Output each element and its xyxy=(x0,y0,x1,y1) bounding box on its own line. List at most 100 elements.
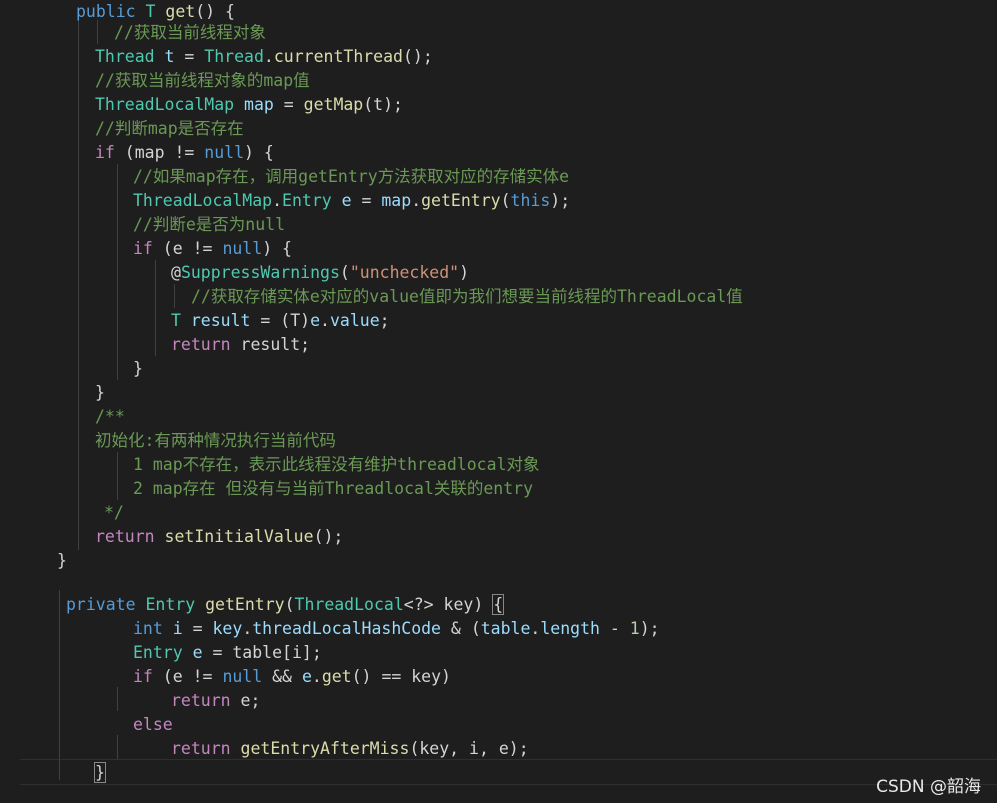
code-line-26[interactable]: int i = key.threadLocalHashCode & (table… xyxy=(133,617,660,641)
code-line-22[interactable]: */ xyxy=(104,501,124,525)
code-line-12[interactable]: @SuppressWarnings("unchecked") xyxy=(171,261,469,285)
code-token: Entry xyxy=(133,643,183,662)
indent-guide xyxy=(117,164,118,380)
code-token: T xyxy=(145,2,156,21)
code-token: if xyxy=(133,667,153,686)
code-token: { xyxy=(492,594,505,615)
code-line-24[interactable]: } xyxy=(57,549,67,573)
code-line-23[interactable]: return setInitialValue(); xyxy=(95,525,343,549)
code-token: //获取当前线程对象 xyxy=(114,23,266,42)
code-token: table[i]; xyxy=(232,643,322,662)
code-line-6[interactable]: //判断map是否存在 xyxy=(95,117,244,141)
code-token: T xyxy=(171,311,181,330)
code-token: ) xyxy=(459,263,470,282)
code-token: ( xyxy=(470,619,481,638)
code-line-17[interactable]: } xyxy=(95,381,105,405)
code-token: ThreadLocalMap xyxy=(95,95,235,114)
code-token: ) { xyxy=(244,143,274,162)
code-token: i xyxy=(172,619,183,638)
code-token: ; xyxy=(379,311,390,330)
code-token: ); xyxy=(550,191,571,210)
code-token: () { xyxy=(195,2,235,21)
code-token: e xyxy=(301,667,312,686)
code-token: //获取当前线程对象的map值 xyxy=(95,71,310,90)
indent-guide xyxy=(59,590,60,780)
code-line-3[interactable]: Thread t = Thread.currentThread(); xyxy=(95,45,433,69)
code-token: - xyxy=(599,619,630,638)
indent-guide xyxy=(117,687,118,711)
code-line-16[interactable]: } xyxy=(133,357,143,381)
code-token: ( xyxy=(284,595,295,614)
code-token: "unchecked" xyxy=(349,263,460,282)
code-token: 1 map不存在，表示此线程没有维护threadlocal对象 xyxy=(133,455,540,474)
code-token: get xyxy=(321,667,352,686)
code-editor[interactable]: public T get() {//获取当前线程对象 Thread t = Thr… xyxy=(0,0,997,803)
code-token: else xyxy=(133,715,173,734)
code-line-32[interactable]: } xyxy=(94,761,106,785)
code-line-15[interactable]: return result; xyxy=(171,333,310,357)
code-token: != xyxy=(192,239,213,258)
code-line-21[interactable]: 2 map存在 但没有与当前Threadlocal关联的entry xyxy=(133,477,533,501)
code-line-13[interactable]: //获取存储实体e对应的value值即为我们想要当前线程的ThreadLocal… xyxy=(191,285,743,309)
code-token: (e xyxy=(152,667,193,686)
code-token: = xyxy=(273,95,304,114)
code-line-9[interactable]: ThreadLocalMap.Entry e = map.getEntry(th… xyxy=(133,189,570,213)
code-token: . xyxy=(411,191,422,210)
code-token: length xyxy=(540,619,600,638)
code-line-29[interactable]: return e; xyxy=(171,689,260,713)
code-line-25[interactable]: private Entry getEntry(ThreadLocal<?> ke… xyxy=(66,593,505,617)
code-token: value xyxy=(329,311,380,330)
code-token: = xyxy=(182,619,213,638)
code-token: (t); xyxy=(363,95,403,114)
code-token: != xyxy=(174,143,195,162)
code-line-27[interactable]: Entry e = table[i]; xyxy=(133,641,322,665)
code-line-8[interactable]: //如果map存在，调用getEntry方法获取对应的存储实体e xyxy=(133,165,569,189)
code-token: //如果map存在，调用getEntry方法获取对应的存储实体e xyxy=(133,167,570,186)
code-token: (e xyxy=(152,239,193,258)
code-token: @ xyxy=(171,263,181,282)
code-line-28[interactable]: if (e != null && e.get() == key) xyxy=(133,665,451,689)
code-token: = xyxy=(351,191,382,210)
code-token: threadLocalHashCode xyxy=(252,619,441,638)
code-line-11[interactable]: if (e != null) { xyxy=(133,237,292,261)
code-line-2[interactable]: //获取当前线程对象 xyxy=(114,21,266,45)
code-token: null xyxy=(204,143,245,162)
code-token: //判断map是否存在 xyxy=(95,119,244,138)
code-line-7[interactable]: if (map != null) { xyxy=(95,141,274,165)
code-token: result xyxy=(190,311,251,330)
code-token: (key, i, e); xyxy=(409,739,529,758)
code-token: Thread xyxy=(95,47,155,66)
code-token: this xyxy=(510,191,551,210)
code-token: get xyxy=(165,2,196,21)
code-line-31[interactable]: return getEntryAfterMiss(key, i, e); xyxy=(171,737,529,761)
code-token: Thread xyxy=(204,47,264,66)
code-line-18[interactable]: /** xyxy=(95,405,125,429)
code-token: . xyxy=(272,191,283,210)
code-line-5[interactable]: ThreadLocalMap map = getMap(t); xyxy=(95,93,403,117)
indent-guide xyxy=(155,260,156,356)
code-token: . xyxy=(311,667,322,686)
indent-guide xyxy=(117,735,118,759)
code-token: map xyxy=(244,95,274,114)
code-token: () xyxy=(351,667,382,686)
code-line-19[interactable]: 初始化:有两种情况执行当前代码 xyxy=(95,429,336,453)
code-token: . xyxy=(320,311,330,330)
code-line-10[interactable]: //判断e是否为null xyxy=(133,213,285,237)
code-token: setInitialValue xyxy=(164,527,314,546)
code-token: (T) xyxy=(280,311,311,330)
code-token: currentThread xyxy=(273,47,403,66)
code-line-30[interactable]: else xyxy=(133,713,173,737)
code-token: return xyxy=(171,739,231,758)
code-line-14[interactable]: T result = (T)e.value; xyxy=(171,309,390,333)
code-line-20[interactable]: 1 map不存在，表示此线程没有维护threadlocal对象 xyxy=(133,453,539,477)
code-line-4[interactable]: //获取当前线程对象的map值 xyxy=(95,69,310,93)
code-token: } xyxy=(95,383,105,402)
